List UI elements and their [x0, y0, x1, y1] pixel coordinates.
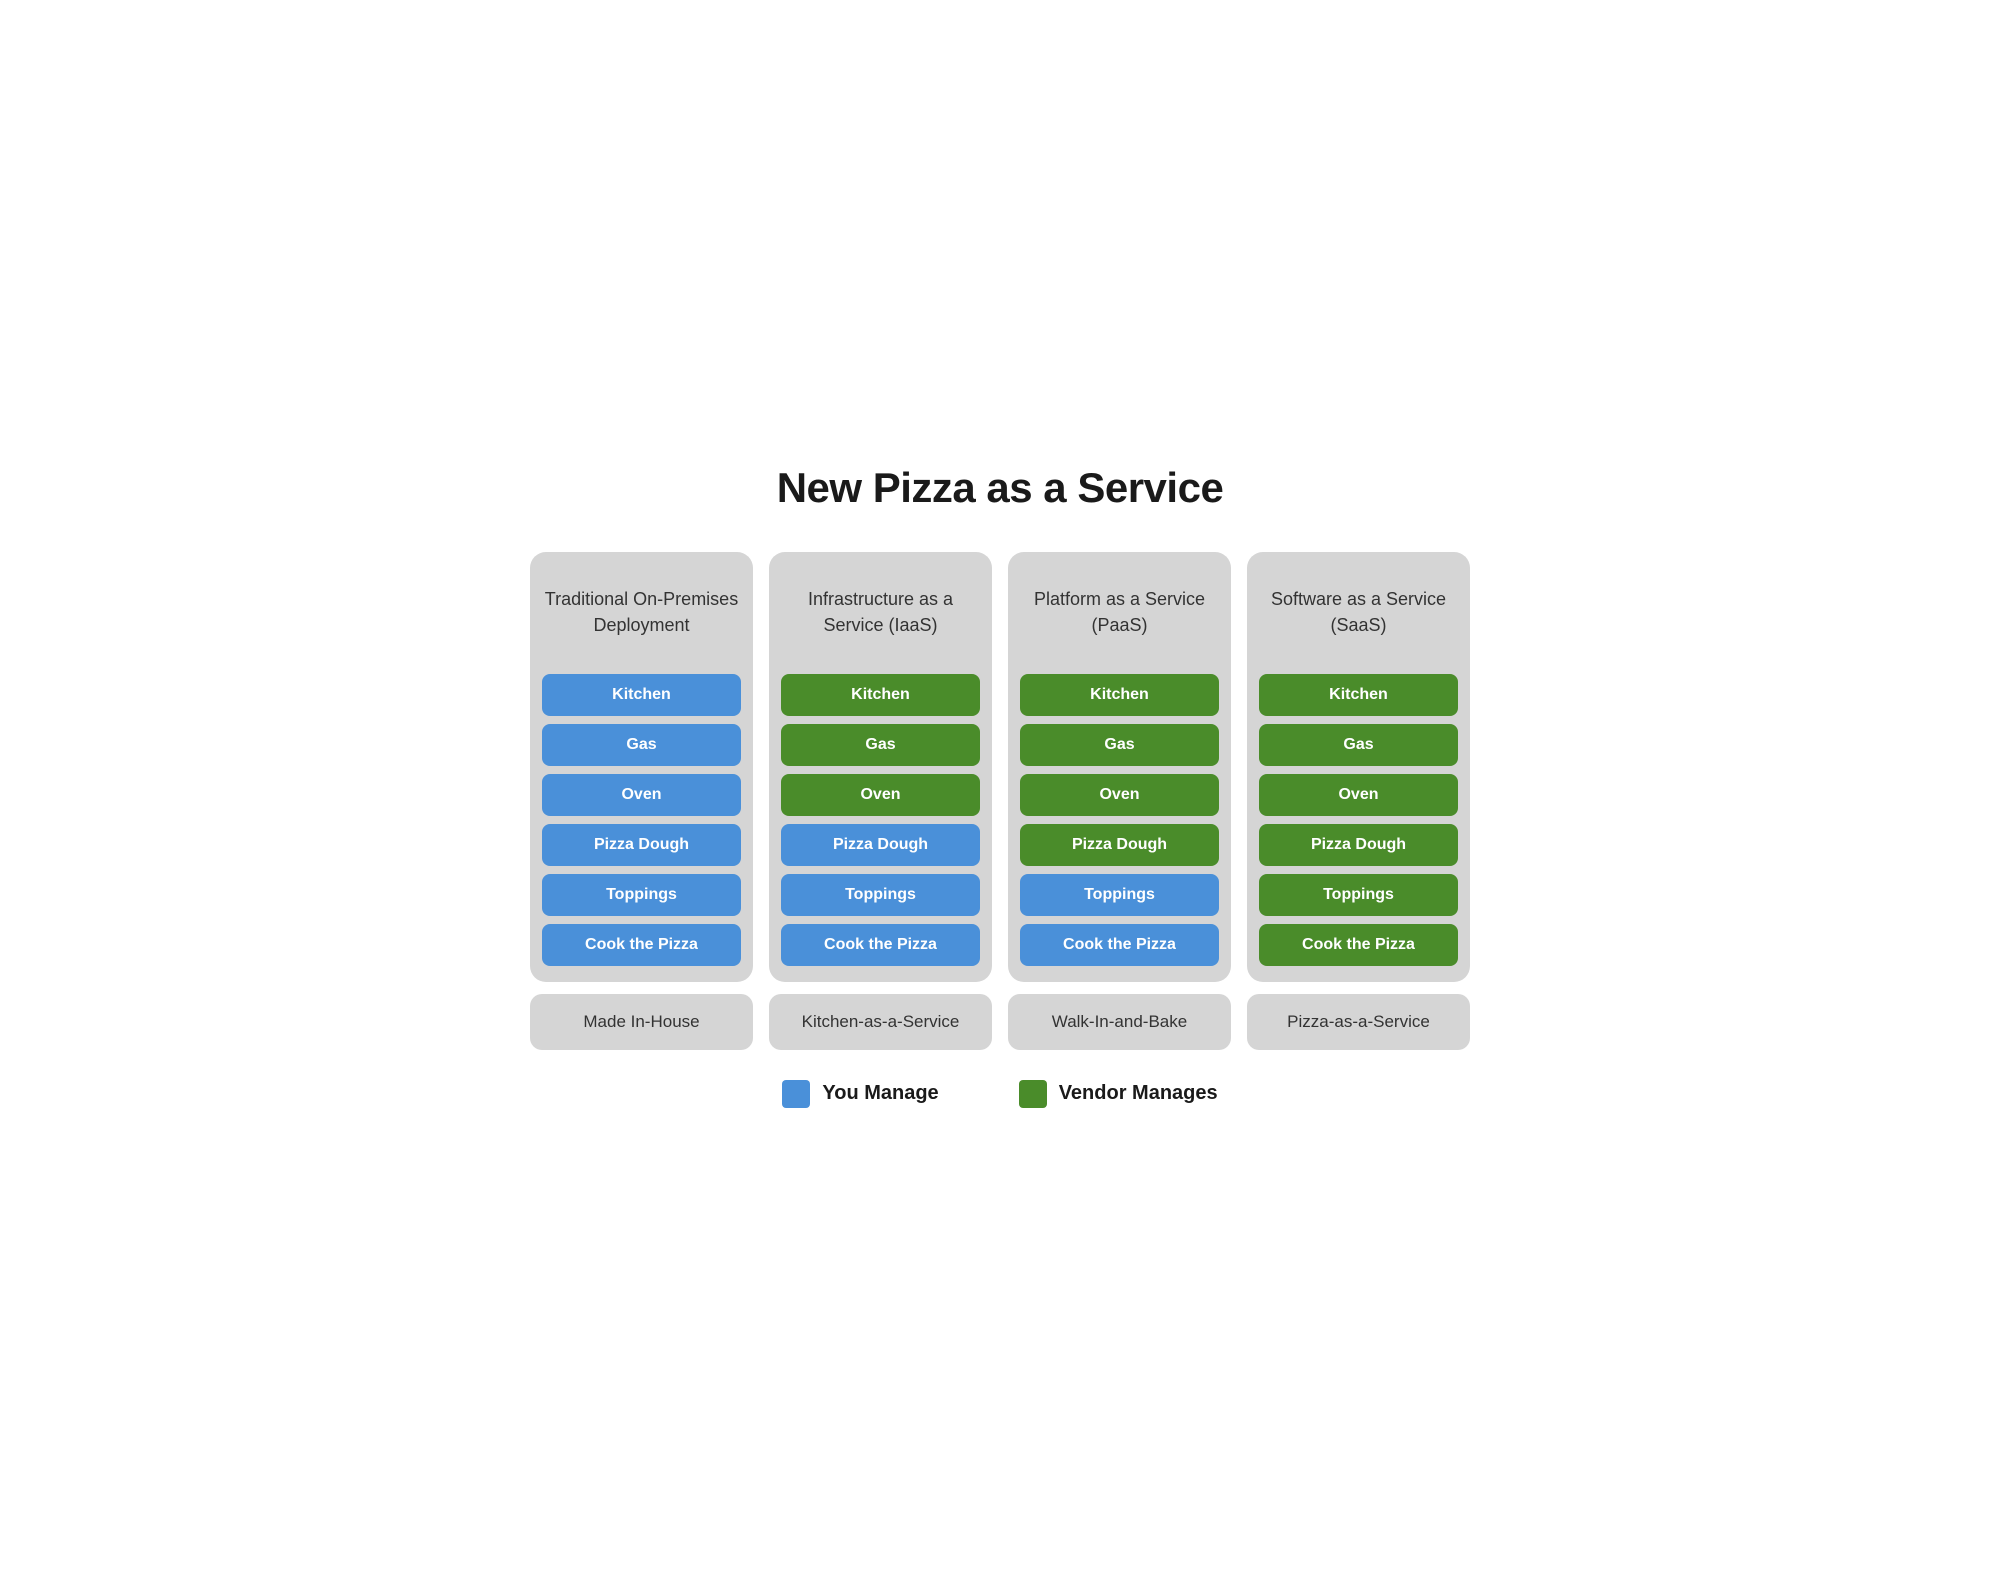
page-title: New Pizza as a Service: [530, 464, 1470, 512]
you-manage-label: You Manage: [822, 1082, 938, 1105]
item-traditional-1: Gas: [542, 724, 741, 766]
item-traditional-4: Toppings: [542, 874, 741, 916]
column-card-paas: Platform as a Service (PaaS) Kitchen Gas Ov…: [1008, 552, 1231, 982]
footer-iaas: Kitchen-as-a-Service: [769, 994, 992, 1050]
item-traditional-5: Cook the Pizza: [542, 924, 741, 966]
column-traditional: Traditional On-Premises Deployment Kitche…: [530, 552, 753, 1050]
item-paas-2: Oven: [1020, 774, 1219, 816]
item-saas-1: Gas: [1259, 724, 1458, 766]
item-iaas-0: Kitchen: [781, 674, 980, 716]
column-title-traditional: Traditional On-Premises Deployment: [542, 568, 741, 658]
footer-saas: Pizza-as-a-Service: [1247, 994, 1470, 1050]
columns-container: Traditional On-Premises Deployment Kitche…: [530, 552, 1470, 1050]
vendor-manages-swatch: [1019, 1080, 1047, 1108]
column-title-paas: Platform as a Service (PaaS): [1020, 568, 1219, 658]
item-paas-1: Gas: [1020, 724, 1219, 766]
footer-traditional: Made In-House: [530, 994, 753, 1050]
column-paas: Platform as a Service (PaaS) Kitchen Gas Ov…: [1008, 552, 1231, 1050]
item-traditional-3: Pizza Dough: [542, 824, 741, 866]
item-paas-0: Kitchen: [1020, 674, 1219, 716]
vendor-manages-label: Vendor Manages: [1059, 1082, 1218, 1105]
column-iaas: Infrastructure as a Service (IaaS) Kitche…: [769, 552, 992, 1050]
column-card-iaas: Infrastructure as a Service (IaaS) Kitche…: [769, 552, 992, 982]
column-card-traditional: Traditional On-Premises Deployment Kitche…: [530, 552, 753, 982]
footer-paas: Walk-In-and-Bake: [1008, 994, 1231, 1050]
item-iaas-1: Gas: [781, 724, 980, 766]
item-saas-2: Oven: [1259, 774, 1458, 816]
item-saas-3: Pizza Dough: [1259, 824, 1458, 866]
item-saas-5: Cook the Pizza: [1259, 924, 1458, 966]
you-manage-swatch: [782, 1080, 810, 1108]
item-traditional-0: Kitchen: [542, 674, 741, 716]
item-saas-4: Toppings: [1259, 874, 1458, 916]
column-saas: Software as a Service (SaaS) Kitchen Gas Ov…: [1247, 552, 1470, 1050]
item-traditional-2: Oven: [542, 774, 741, 816]
legend-vendor-manages: Vendor Manages: [1019, 1080, 1218, 1108]
column-card-saas: Software as a Service (SaaS) Kitchen Gas Ov…: [1247, 552, 1470, 982]
item-paas-5: Cook the Pizza: [1020, 924, 1219, 966]
item-saas-0: Kitchen: [1259, 674, 1458, 716]
item-iaas-5: Cook the Pizza: [781, 924, 980, 966]
item-paas-4: Toppings: [1020, 874, 1219, 916]
item-paas-3: Pizza Dough: [1020, 824, 1219, 866]
item-iaas-2: Oven: [781, 774, 980, 816]
page-container: New Pizza as a Service Traditional On-Pr…: [500, 424, 1500, 1148]
column-title-saas: Software as a Service (SaaS): [1259, 568, 1458, 658]
legend-container: You Manage Vendor Manages: [530, 1080, 1470, 1108]
item-iaas-4: Toppings: [781, 874, 980, 916]
item-iaas-3: Pizza Dough: [781, 824, 980, 866]
legend-you-manage: You Manage: [782, 1080, 938, 1108]
column-title-iaas: Infrastructure as a Service (IaaS): [781, 568, 980, 658]
